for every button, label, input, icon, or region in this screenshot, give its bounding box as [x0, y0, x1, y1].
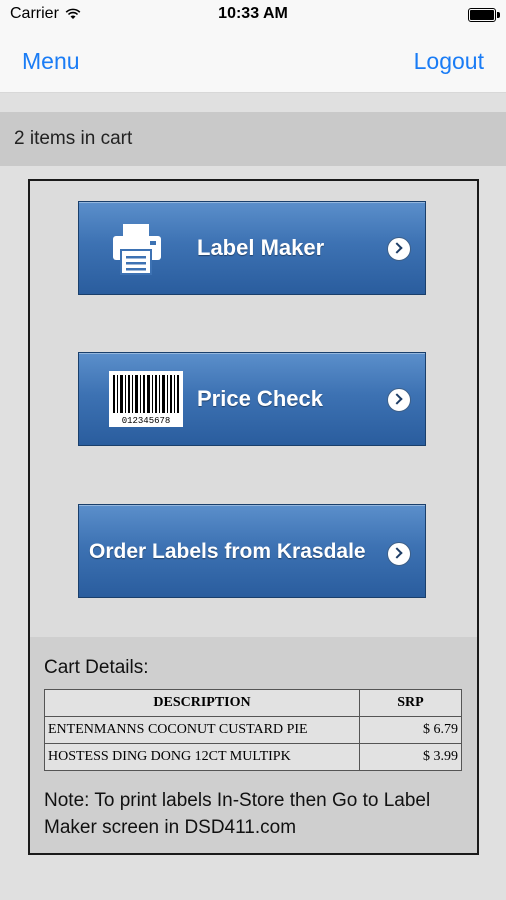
barcode-icon: 012345678 — [109, 371, 183, 427]
table-row: ENTENMANNS COCONUT CUSTARD PIE $ 6.79 — [44, 716, 462, 744]
status-bar: Carrier 10:33 AM — [0, 0, 506, 30]
cart-summary-text: 2 items in cart — [14, 128, 133, 149]
table-header-row: DESCRIPTION SRP — [44, 689, 462, 717]
cart-summary-bar: 2 items in cart — [0, 112, 506, 166]
order-labels-button[interactable]: Order Labels from Krasdale — [78, 504, 426, 598]
item-srp: $ 6.79 — [359, 716, 462, 744]
main-panel: Label Maker 012345678 Price Check Order … — [28, 179, 479, 855]
printer-icon — [113, 224, 161, 275]
menu-button[interactable]: Menu — [22, 48, 80, 75]
navigation-bar: Menu Logout — [0, 30, 506, 93]
price-check-label: Price Check — [197, 386, 323, 411]
chevron-right-icon — [387, 388, 411, 412]
item-srp: $ 3.99 — [359, 743, 462, 771]
label-maker-button[interactable]: Label Maker — [78, 201, 426, 295]
table-row: HOSTESS DING DONG 12CT MULTIPK $ 3.99 — [44, 743, 462, 771]
cart-details-title: Cart Details: — [44, 657, 149, 678]
order-labels-label: Order Labels from Krasdale — [89, 540, 366, 563]
item-description: ENTENMANNS COCONUT CUSTARD PIE — [44, 716, 360, 744]
price-check-button[interactable]: 012345678 Price Check — [78, 352, 426, 446]
battery-icon — [468, 8, 500, 22]
cart-details-section: Cart Details: DESCRIPTION SRP ENTENMANNS… — [30, 637, 477, 853]
chevron-right-icon — [387, 237, 411, 261]
status-time: 10:33 AM — [218, 5, 288, 22]
chevron-right-icon — [387, 542, 411, 566]
column-header-srp: SRP — [359, 689, 462, 717]
cart-table: DESCRIPTION SRP ENTENMANNS COCONUT CUSTA… — [44, 689, 462, 771]
barcode-number: 012345678 — [122, 416, 171, 426]
label-maker-label: Label Maker — [197, 235, 325, 260]
column-header-description: DESCRIPTION — [44, 689, 360, 717]
print-note: Note: To print labels In-Store then Go t… — [44, 790, 431, 838]
logout-button[interactable]: Logout — [414, 48, 484, 75]
item-description: HOSTESS DING DONG 12CT MULTIPK — [44, 743, 360, 771]
